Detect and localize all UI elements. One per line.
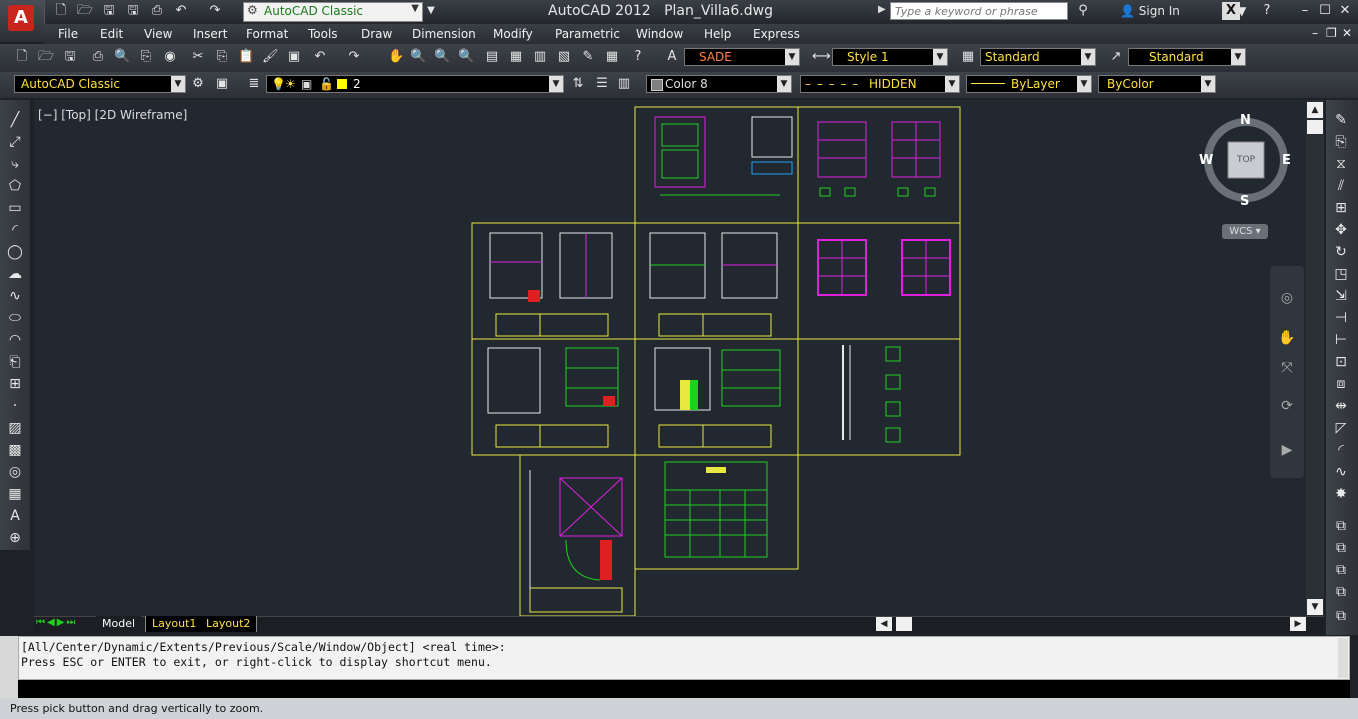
rotate-icon[interactable]: ↻: [1331, 242, 1351, 262]
sheet-frame: [634, 106, 799, 224]
viewcube-east-label[interactable]: E: [1282, 153, 1291, 168]
red-fill-block: [603, 396, 615, 406]
detail-table: [751, 161, 793, 175]
elevation-outline: [721, 349, 781, 407]
green-fill-block: [690, 380, 698, 410]
drawing-sheets: [471, 106, 961, 617]
title-block: [495, 313, 609, 337]
viewcube-north-label[interactable]: N: [1240, 113, 1251, 128]
break-icon[interactable]: ⧈: [1331, 374, 1351, 394]
send-under-icon[interactable]: ⧉: [1331, 582, 1351, 602]
sheet-frame: [797, 106, 961, 224]
steering-wheel-icon[interactable]: ◎: [1277, 288, 1297, 308]
tab-navigation-arrows-icon[interactable]: ⏮◀▶⏭: [36, 617, 77, 628]
title-block: [658, 313, 772, 337]
fillet-icon[interactable]: ◜: [1331, 440, 1351, 460]
command-window-grip[interactable]: [0, 636, 18, 698]
text-front-icon[interactable]: ⧉: [1331, 606, 1351, 626]
hscroll-left-icon[interactable]: ◀: [876, 617, 892, 631]
yellow-fill-block: [680, 380, 690, 410]
tab-model[interactable]: Model: [96, 616, 142, 632]
tab-layout2[interactable]: Layout2: [200, 616, 258, 632]
site-plan-curve: [565, 539, 601, 581]
scroll-down-icon[interactable]: ▼: [1307, 599, 1323, 615]
section-outline: [487, 347, 541, 414]
column-section: [885, 427, 901, 443]
extend-icon[interactable]: ⊢: [1331, 330, 1351, 350]
wcs-button[interactable]: WCS ▾: [1222, 224, 1268, 239]
erase-icon[interactable]: ✎: [1331, 110, 1351, 130]
vertical-scrollbar[interactable]: [1306, 100, 1324, 616]
bring-above-icon[interactable]: ⧉: [1331, 560, 1351, 580]
command-input[interactable]: [18, 680, 1350, 698]
explode-icon[interactable]: ✸: [1331, 484, 1351, 504]
status-bar: Press pick button and drag vertically to…: [0, 698, 1358, 719]
hscroll-thumb[interactable]: [896, 617, 912, 631]
viewcube-top-label[interactable]: TOP: [1237, 155, 1255, 165]
tab-layout1[interactable]: Layout1: [145, 616, 204, 632]
column-section: [885, 374, 901, 390]
join-icon[interactable]: ⇹: [1331, 396, 1351, 416]
detail-symbol: [897, 187, 909, 197]
title-block: [495, 424, 609, 448]
copy-object-icon[interactable]: ⎘: [1331, 132, 1351, 152]
viewcube[interactable]: [1198, 110, 1298, 240]
scroll-thumb[interactable]: [1307, 120, 1323, 134]
detail-table: [751, 116, 793, 158]
command-history-line: [All/Center/Dynamic/Extents/Previous/Sca…: [21, 640, 506, 654]
stretch-icon[interactable]: ⇲: [1331, 286, 1351, 306]
plan-outline: [661, 123, 699, 147]
red-fill-block: [528, 290, 540, 302]
hscroll-right-icon[interactable]: ▶: [1290, 617, 1306, 631]
plan-outline: [489, 232, 543, 299]
bring-to-front-icon[interactable]: ⧉: [1331, 516, 1351, 536]
column-section: [885, 346, 901, 362]
detail-symbol: [819, 187, 831, 197]
detail-symbol: [924, 187, 936, 197]
detail-symbol: [844, 187, 856, 197]
array-icon[interactable]: ⊞: [1331, 198, 1351, 218]
command-history-line: Press ESC or ENTER to exit, or right-cli…: [21, 655, 492, 669]
move-icon[interactable]: ✥: [1331, 220, 1351, 240]
command-history: [All/Center/Dynamic/Extents/Previous/Sca…: [18, 636, 1350, 680]
column-section: [885, 401, 901, 417]
red-fill-block: [600, 540, 612, 580]
offset-icon[interactable]: ⫽: [1331, 176, 1351, 196]
zoom-extents-icon[interactable]: ⤧: [1277, 358, 1297, 378]
title-block: [529, 587, 623, 613]
chamfer-icon[interactable]: ◸: [1331, 418, 1351, 438]
sheet-frame: [797, 338, 961, 456]
trim-icon[interactable]: ⊣: [1331, 308, 1351, 328]
break-at-point-icon[interactable]: ⊡: [1331, 352, 1351, 372]
yellow-fill-block: [706, 467, 726, 473]
pan-icon[interactable]: ✋: [1277, 328, 1297, 348]
mirror-icon[interactable]: ⧖: [1331, 154, 1351, 174]
blend-curves-icon[interactable]: ∿: [1331, 462, 1351, 482]
scale-icon[interactable]: ◳: [1331, 264, 1351, 284]
showmotion-icon[interactable]: ▶: [1277, 440, 1297, 460]
plan-outline: [817, 121, 867, 178]
scroll-up-icon[interactable]: ▲: [1307, 102, 1323, 118]
orbit-icon[interactable]: ⟳: [1277, 396, 1297, 416]
title-block: [658, 424, 772, 448]
viewcube-west-label[interactable]: W: [1199, 153, 1213, 168]
plan-outline: [661, 149, 699, 179]
send-to-back-icon[interactable]: ⧉: [1331, 538, 1351, 558]
command-scrollbar[interactable]: [1338, 638, 1348, 678]
schedule-table: [664, 461, 768, 558]
viewcube-south-label[interactable]: S: [1240, 194, 1249, 209]
